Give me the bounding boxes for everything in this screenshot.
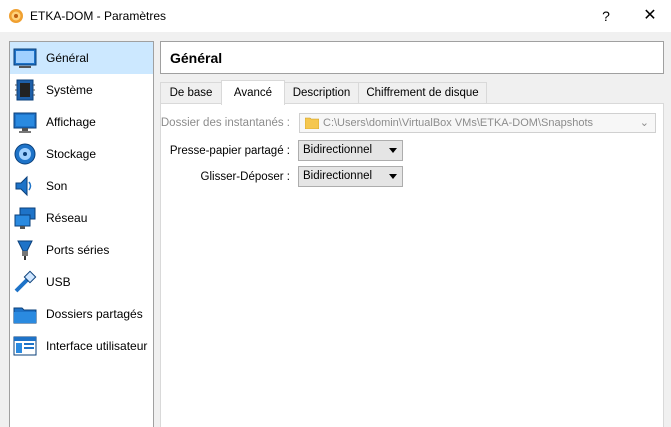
sidebar-item-network[interactable]: Réseau bbox=[10, 202, 153, 234]
sidebar-item-label: Général bbox=[46, 51, 89, 65]
drag-drop-value: Bidirectionnel bbox=[303, 170, 373, 182]
sidebar-item-label: Ports séries bbox=[46, 243, 110, 257]
serial-port-icon bbox=[17, 240, 33, 260]
tab-description[interactable]: Description bbox=[284, 82, 359, 103]
sidebar-item-user-interface[interactable]: Interface utilisateur bbox=[10, 330, 153, 362]
speaker-icon bbox=[15, 175, 32, 197]
sidebar-item-serial-ports[interactable]: Ports séries bbox=[10, 234, 153, 266]
sidebar-item-shared-folders[interactable]: Dossiers partagés bbox=[10, 298, 153, 330]
storage-disk-icon bbox=[14, 143, 36, 165]
sidebar-item-label: Interface utilisateur bbox=[46, 339, 148, 353]
clipboard-label: Presse-papier partagé : bbox=[169, 145, 290, 157]
tab-basic[interactable]: De base bbox=[160, 82, 222, 103]
drag-drop-select[interactable]: Bidirectionnel bbox=[298, 166, 403, 187]
tab-bar: De base Avancé Description Chiffrement d… bbox=[160, 80, 664, 105]
sidebar-item-label: Affichage bbox=[46, 115, 96, 129]
virtualbox-app-icon bbox=[9, 9, 23, 23]
sidebar-item-label: Dossiers partagés bbox=[46, 307, 143, 321]
snapshot-folder-selector: C:\Users\domin\VirtualBox VMs\ETKA-DOM\S… bbox=[299, 113, 656, 133]
tab-disk-encryption[interactable]: Chiffrement de disque bbox=[358, 82, 487, 103]
usb-icon bbox=[14, 270, 37, 293]
sidebar-item-storage[interactable]: Stockage bbox=[10, 138, 153, 170]
sidebar-item-label: Réseau bbox=[46, 211, 88, 225]
tab-advanced[interactable]: Avancé bbox=[221, 80, 285, 105]
chevron-down-icon: ⌄ bbox=[639, 117, 649, 129]
snapshot-folder-label: Dossier des instantanés : bbox=[160, 117, 290, 129]
sidebar-item-general[interactable]: Général bbox=[10, 42, 153, 74]
window-title: ETKA-DOM - Paramètres bbox=[30, 9, 167, 23]
system-chip-icon bbox=[15, 79, 35, 101]
user-interface-icon bbox=[13, 336, 37, 356]
title-bar: ETKA-DOM - Paramètres ? ✕ bbox=[0, 0, 671, 32]
sidebar-item-label: Stockage bbox=[46, 147, 97, 161]
sidebar-item-display[interactable]: Affichage bbox=[10, 106, 153, 138]
section-header: Général bbox=[160, 41, 664, 74]
settings-main-panel: Général De base Avancé Description Chiff… bbox=[160, 41, 664, 427]
page-title: Général bbox=[170, 50, 223, 66]
sidebar-item-label: Son bbox=[46, 179, 68, 193]
help-button[interactable]: ? bbox=[597, 6, 615, 26]
folder-icon bbox=[305, 117, 319, 129]
sidebar-item-sound[interactable]: Son bbox=[10, 170, 153, 202]
snapshot-folder-path: C:\Users\domin\VirtualBox VMs\ETKA-DOM\S… bbox=[323, 117, 593, 129]
tab-panel-advanced: Dossier des instantanés : C:\Users\domin… bbox=[160, 103, 664, 427]
dropdown-arrow-icon bbox=[389, 174, 397, 179]
sidebar-item-usb[interactable]: USB bbox=[10, 266, 153, 298]
display-monitor-icon bbox=[13, 112, 37, 133]
clipboard-select[interactable]: Bidirectionnel bbox=[298, 140, 403, 161]
shared-folder-icon bbox=[13, 307, 37, 324]
network-icon bbox=[14, 207, 36, 229]
general-icon bbox=[13, 48, 37, 68]
clipboard-value: Bidirectionnel bbox=[303, 144, 373, 156]
sidebar-item-label: USB bbox=[46, 275, 71, 289]
sidebar-item-system[interactable]: Système bbox=[10, 74, 153, 106]
close-button[interactable]: ✕ bbox=[638, 6, 662, 26]
dropdown-arrow-icon bbox=[389, 148, 397, 153]
settings-sidebar: Général Système Affichage Stockage Son R… bbox=[9, 41, 154, 427]
drag-drop-label: Glisser-Déposer : bbox=[200, 171, 290, 183]
sidebar-item-label: Système bbox=[46, 83, 93, 97]
